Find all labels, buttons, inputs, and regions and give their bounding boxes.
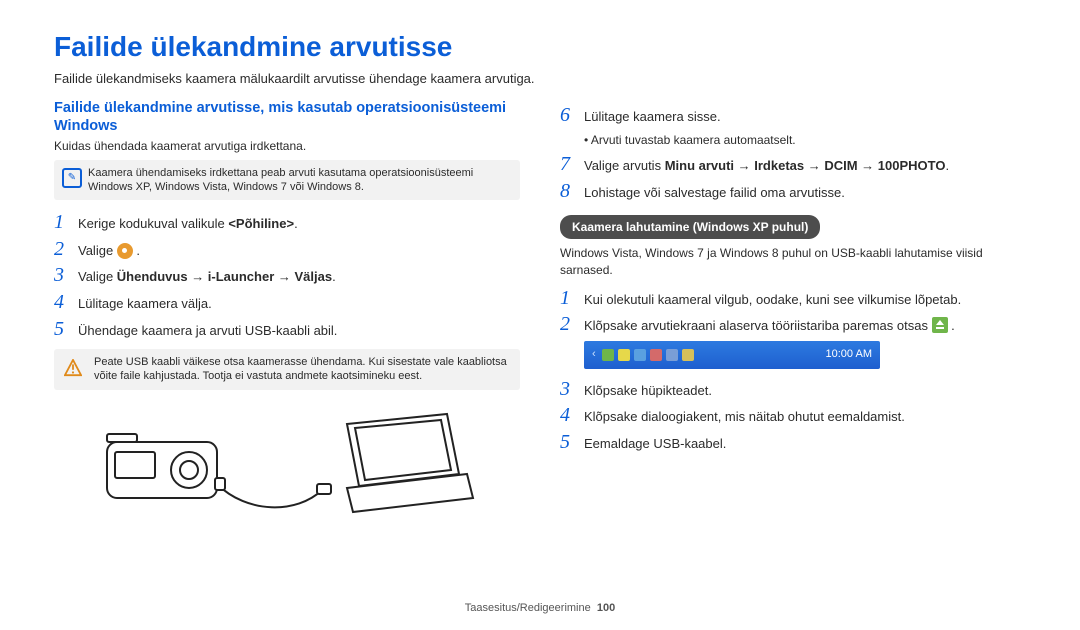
step-6-text: Lülitage kaamera sisse. bbox=[584, 108, 1026, 126]
step-number: 3 bbox=[54, 265, 78, 285]
connection-illustration bbox=[54, 404, 520, 514]
pill-subtext: Windows Vista, Windows 7 ja Windows 8 pu… bbox=[560, 245, 1026, 277]
rstep-3-text: Klõpsake hüpikteadet. bbox=[584, 382, 1026, 400]
taskbar-expand-icon: ‹ bbox=[592, 347, 596, 362]
step-7-text: Valige arvutis bbox=[584, 158, 665, 173]
warning-text: Peate USB kaabli väikese otsa kaamerasse… bbox=[94, 356, 507, 382]
rstep-4: 4 Klõpsake dialoogiakent, mis näitab ohu… bbox=[560, 405, 1026, 426]
pill-heading: Kaamera lahutamine (Windows XP puhul) bbox=[560, 215, 820, 239]
step-2: 2 Valige . bbox=[54, 239, 520, 260]
step-number: 2 bbox=[54, 239, 78, 259]
rstep-5: 5 Eemaldage USB-kaabel. bbox=[560, 432, 1026, 453]
step-number: 8 bbox=[560, 181, 584, 201]
section-subtext: Kuidas ühendada kaamerat arvutiga irdket… bbox=[54, 138, 520, 154]
step-number: 4 bbox=[54, 292, 78, 312]
page-title: Failide ülekandmine arvutisse bbox=[54, 28, 1026, 66]
step-number: 6 bbox=[560, 105, 584, 125]
step-4: 4 Lülitage kaamera välja. bbox=[54, 292, 520, 313]
left-column: Failide ülekandmine arvutisse, mis kasut… bbox=[54, 99, 520, 513]
footer-section: Taasesitus/Redigeerimine bbox=[465, 602, 591, 614]
rstep-2: 2 Klõpsake arvutiekraani alaserva töörii… bbox=[560, 314, 1026, 335]
note-icon: ✎ bbox=[62, 168, 82, 188]
step-2-text: Valige bbox=[78, 243, 117, 258]
step-number: 2 bbox=[560, 314, 584, 334]
tray-icon bbox=[634, 349, 646, 361]
step-1-text: Kerige kodukuval valikule bbox=[78, 216, 228, 231]
rstep-1: 1 Kui olekutuli kaameral vilgub, oodake,… bbox=[560, 288, 1026, 309]
step-5-text: Ühendage kaamera ja arvuti USB-kaabli ab… bbox=[78, 322, 520, 340]
step-6: 6 Lülitage kaamera sisse. bbox=[560, 105, 1026, 126]
step-8-text: Lohistage või salvestage failid oma arvu… bbox=[584, 184, 1026, 202]
rstep-3: 3 Klõpsake hüpikteadet. bbox=[560, 379, 1026, 400]
step-4-text: Lülitage kaamera välja. bbox=[78, 295, 520, 313]
tray-icon bbox=[682, 349, 694, 361]
warning-icon bbox=[64, 359, 82, 381]
step-7-bold: Minu arvuti → Irdketas → DCIM → 100PHOTO bbox=[665, 158, 946, 173]
tray-icon bbox=[666, 349, 678, 361]
step-number: 5 bbox=[560, 432, 584, 452]
page-footer: Taasesitus/Redigeerimine 100 bbox=[0, 601, 1080, 616]
step-3-text: Valige bbox=[78, 269, 117, 284]
select-icon bbox=[117, 243, 133, 259]
eject-icon bbox=[932, 317, 948, 333]
step-number: 3 bbox=[560, 379, 584, 399]
step-8: 8 Lohistage või salvestage failid oma ar… bbox=[560, 181, 1026, 202]
info-note-text: Kaamera ühendamiseks irdkettana peab arv… bbox=[88, 167, 473, 193]
step-3-bold: Ühenduvus → i-Launcher → Väljas bbox=[117, 269, 332, 284]
footer-page-number: 100 bbox=[597, 602, 615, 614]
taskbar-screenshot: ‹ 10:00 AM bbox=[584, 341, 880, 369]
section-heading: Failide ülekandmine arvutisse, mis kasut… bbox=[54, 99, 520, 135]
right-column: 6 Lülitage kaamera sisse. Arvuti tuvasta… bbox=[560, 99, 1026, 513]
tray-eject-icon bbox=[602, 349, 614, 361]
step-7: 7 Valige arvutis Minu arvuti → Irdketas … bbox=[560, 154, 1026, 175]
step-6-bullet: Arvuti tuvastab kaamera automaatselt. bbox=[584, 132, 1026, 148]
step-number: 4 bbox=[560, 405, 584, 425]
step-number: 1 bbox=[54, 212, 78, 232]
step-3: 3 Valige Ühenduvus → i-Launcher → Väljas… bbox=[54, 265, 520, 286]
step-5: 5 Ühendage kaamera ja arvuti USB-kaabli … bbox=[54, 319, 520, 340]
warning-note: Peate USB kaabli väikese otsa kaamerasse… bbox=[54, 349, 520, 390]
tray-icon bbox=[650, 349, 662, 361]
step-number: 7 bbox=[560, 154, 584, 174]
info-note: ✎ Kaamera ühendamiseks irdkettana peab a… bbox=[54, 160, 520, 201]
step-number: 1 bbox=[560, 288, 584, 308]
step-1: 1 Kerige kodukuval valikule <Põhiline>. bbox=[54, 212, 520, 233]
rstep-5-text: Eemaldage USB-kaabel. bbox=[584, 435, 1026, 453]
system-tray bbox=[602, 349, 694, 361]
rstep-4-text: Klõpsake dialoogiakent, mis näitab ohutu… bbox=[584, 408, 1026, 426]
rstep-1-text: Kui olekutuli kaameral vilgub, oodake, k… bbox=[584, 291, 1026, 309]
step-number: 5 bbox=[54, 319, 78, 339]
step-1-bold: <Põhiline> bbox=[228, 216, 294, 231]
tray-icon bbox=[618, 349, 630, 361]
intro-text: Failide ülekandmiseks kaamera mälukaardi… bbox=[54, 70, 1026, 88]
rstep-2-text: Klõpsake arvutiekraani alaserva tööriist… bbox=[584, 318, 932, 333]
taskbar-clock: 10:00 AM bbox=[826, 347, 872, 362]
